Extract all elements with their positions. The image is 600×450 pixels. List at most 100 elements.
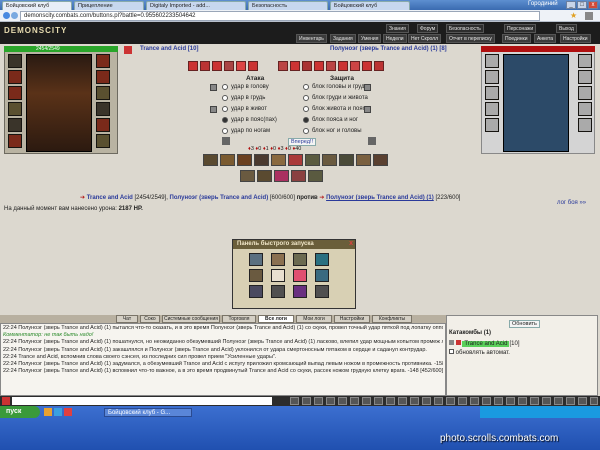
- opponent-avatar[interactable]: [503, 54, 569, 152]
- browser-tab[interactable]: Безопасность: [248, 1, 328, 10]
- toolbar-icon[interactable]: [494, 397, 503, 405]
- skill-icon[interactable]: [291, 170, 306, 182]
- toolbar-icon[interactable]: [314, 397, 323, 405]
- attack-radio-chest[interactable]: [222, 95, 228, 101]
- skill-icon[interactable]: [322, 154, 337, 166]
- earring-slot-icon[interactable]: [96, 54, 110, 68]
- action-icon[interactable]: [374, 61, 384, 71]
- browser-tab[interactable]: Бойцовский клуб: [2, 1, 72, 10]
- toolbar-icon[interactable]: [530, 397, 539, 405]
- pet-link[interactable]: Полуноэг (зверь Trance and Acid): [170, 195, 269, 201]
- back-icon[interactable]: [3, 12, 10, 19]
- skill-icon[interactable]: [274, 170, 289, 182]
- player-name[interactable]: Trance and Acid [10]: [140, 46, 198, 52]
- smile-icon[interactable]: [2, 397, 10, 405]
- nav-security[interactable]: Безопасность: [446, 24, 484, 33]
- nav-knowledge[interactable]: Знания: [386, 24, 409, 33]
- action-icon[interactable]: [200, 61, 210, 71]
- skill-icon[interactable]: [308, 170, 323, 182]
- opponent-link[interactable]: Полуноэг (зверь Trance and Acid) (1): [326, 195, 434, 201]
- action-icon[interactable]: [302, 61, 312, 71]
- weapon-slot-icon[interactable]: [8, 86, 22, 100]
- toolbar-icon[interactable]: [542, 397, 551, 405]
- quick-slot[interactable]: [315, 269, 329, 282]
- toolbar-icon[interactable]: [326, 397, 335, 405]
- toolbar-icon[interactable]: [350, 397, 359, 405]
- quick-slot[interactable]: [249, 253, 263, 266]
- skill-icon[interactable]: [237, 154, 252, 166]
- player-avatar[interactable]: [26, 54, 92, 152]
- forward-icon[interactable]: [11, 12, 18, 19]
- tab-all-logs[interactable]: Все логи: [258, 315, 294, 323]
- quick-slot[interactable]: [293, 285, 307, 298]
- pants-slot-icon[interactable]: [96, 118, 110, 132]
- nav-skills[interactable]: Умения: [358, 34, 382, 43]
- ring-slot-icon[interactable]: [96, 86, 110, 100]
- nav-quests[interactable]: Задания: [330, 34, 356, 43]
- boots-slot-icon[interactable]: [96, 134, 110, 148]
- tab-soko[interactable]: Соко: [140, 315, 160, 323]
- close-icon[interactable]: x: [349, 240, 353, 247]
- toolbar-icon[interactable]: [518, 397, 527, 405]
- quick-slot[interactable]: [249, 269, 263, 282]
- action-icon[interactable]: [236, 61, 246, 71]
- refresh-button[interactable]: Обновить: [509, 320, 540, 328]
- skill-icon[interactable]: [356, 154, 371, 166]
- action-icon[interactable]: [248, 61, 258, 71]
- start-button[interactable]: пуск: [0, 406, 40, 418]
- toolbar-icon[interactable]: [374, 397, 383, 405]
- tab-trade[interactable]: Торговля: [222, 315, 256, 323]
- skill-icon[interactable]: [339, 154, 354, 166]
- amulet-slot-icon[interactable]: [8, 70, 22, 84]
- taskbar-item[interactable]: Бойцовский клуб - G...: [104, 408, 192, 417]
- nav-weeks[interactable]: Недели: [383, 34, 407, 43]
- nav-settings[interactable]: Настройки: [560, 34, 591, 43]
- action-icon[interactable]: [224, 61, 234, 71]
- tab-chat[interactable]: Чат: [116, 315, 138, 323]
- toolbar-icon[interactable]: [434, 397, 443, 405]
- action-icon[interactable]: [326, 61, 336, 71]
- toolbar-icon[interactable]: [290, 397, 299, 405]
- quicklaunch-icon[interactable]: [44, 408, 52, 416]
- chat-log[interactable]: 22:24 Полуноэг (зверь Trance and Acid) (…: [0, 323, 446, 396]
- location-member[interactable]: Trance and Acid [10]: [449, 340, 520, 347]
- defense-radio[interactable]: [303, 95, 309, 101]
- defense-radio[interactable]: [303, 106, 309, 112]
- nav-forum[interactable]: Форум: [417, 24, 439, 33]
- nav-characters[interactable]: Персонажи: [504, 24, 537, 33]
- forward-button[interactable]: Вперед!!: [288, 138, 316, 146]
- skill-icon[interactable]: [257, 170, 272, 182]
- browser-tab[interactable]: Бойцовский клуб: [330, 1, 410, 10]
- action-icon[interactable]: [290, 61, 300, 71]
- url-input[interactable]: demonscity.combats.com/buttons.pl?battle…: [20, 11, 540, 21]
- action-icon[interactable]: [350, 61, 360, 71]
- toolbar-icon[interactable]: [398, 397, 407, 405]
- toolbar-icon[interactable]: [338, 397, 347, 405]
- action-icon[interactable]: [338, 61, 348, 71]
- toolbar-icon[interactable]: [446, 397, 455, 405]
- skill-icon[interactable]: [254, 154, 269, 166]
- player-link[interactable]: Trance and Acid: [87, 195, 133, 201]
- defense-radio[interactable]: [303, 117, 309, 123]
- tab-my-logs[interactable]: Мои логи: [296, 315, 332, 323]
- tab-system[interactable]: Системные сообщения: [162, 315, 220, 323]
- shield-slot-icon[interactable]: [96, 102, 110, 116]
- attack-radio-head[interactable]: [222, 84, 228, 90]
- browser-tab[interactable]: Прицепление: [74, 1, 144, 10]
- toolbar-icon[interactable]: [554, 397, 563, 405]
- attack-radio-legs[interactable]: [222, 128, 228, 134]
- toolbar-icon[interactable]: [410, 397, 419, 405]
- nav-report[interactable]: Отчет в переписку: [446, 34, 495, 43]
- quick-slot[interactable]: [271, 285, 285, 298]
- nav-fights[interactable]: Поединки: [502, 34, 531, 43]
- quicklaunch-icon[interactable]: [54, 408, 62, 416]
- skill-icon[interactable]: [240, 170, 255, 182]
- helmet-slot-icon[interactable]: [8, 54, 22, 68]
- nav-scroll[interactable]: Нет Скролл: [408, 34, 441, 43]
- toolbar-icon[interactable]: [506, 397, 515, 405]
- skill-icon[interactable]: [288, 154, 303, 166]
- maximize-icon[interactable]: □: [577, 1, 587, 9]
- skill-icon[interactable]: [203, 154, 218, 166]
- wrench-icon[interactable]: [585, 12, 593, 20]
- attack-radio-waist[interactable]: [222, 117, 228, 123]
